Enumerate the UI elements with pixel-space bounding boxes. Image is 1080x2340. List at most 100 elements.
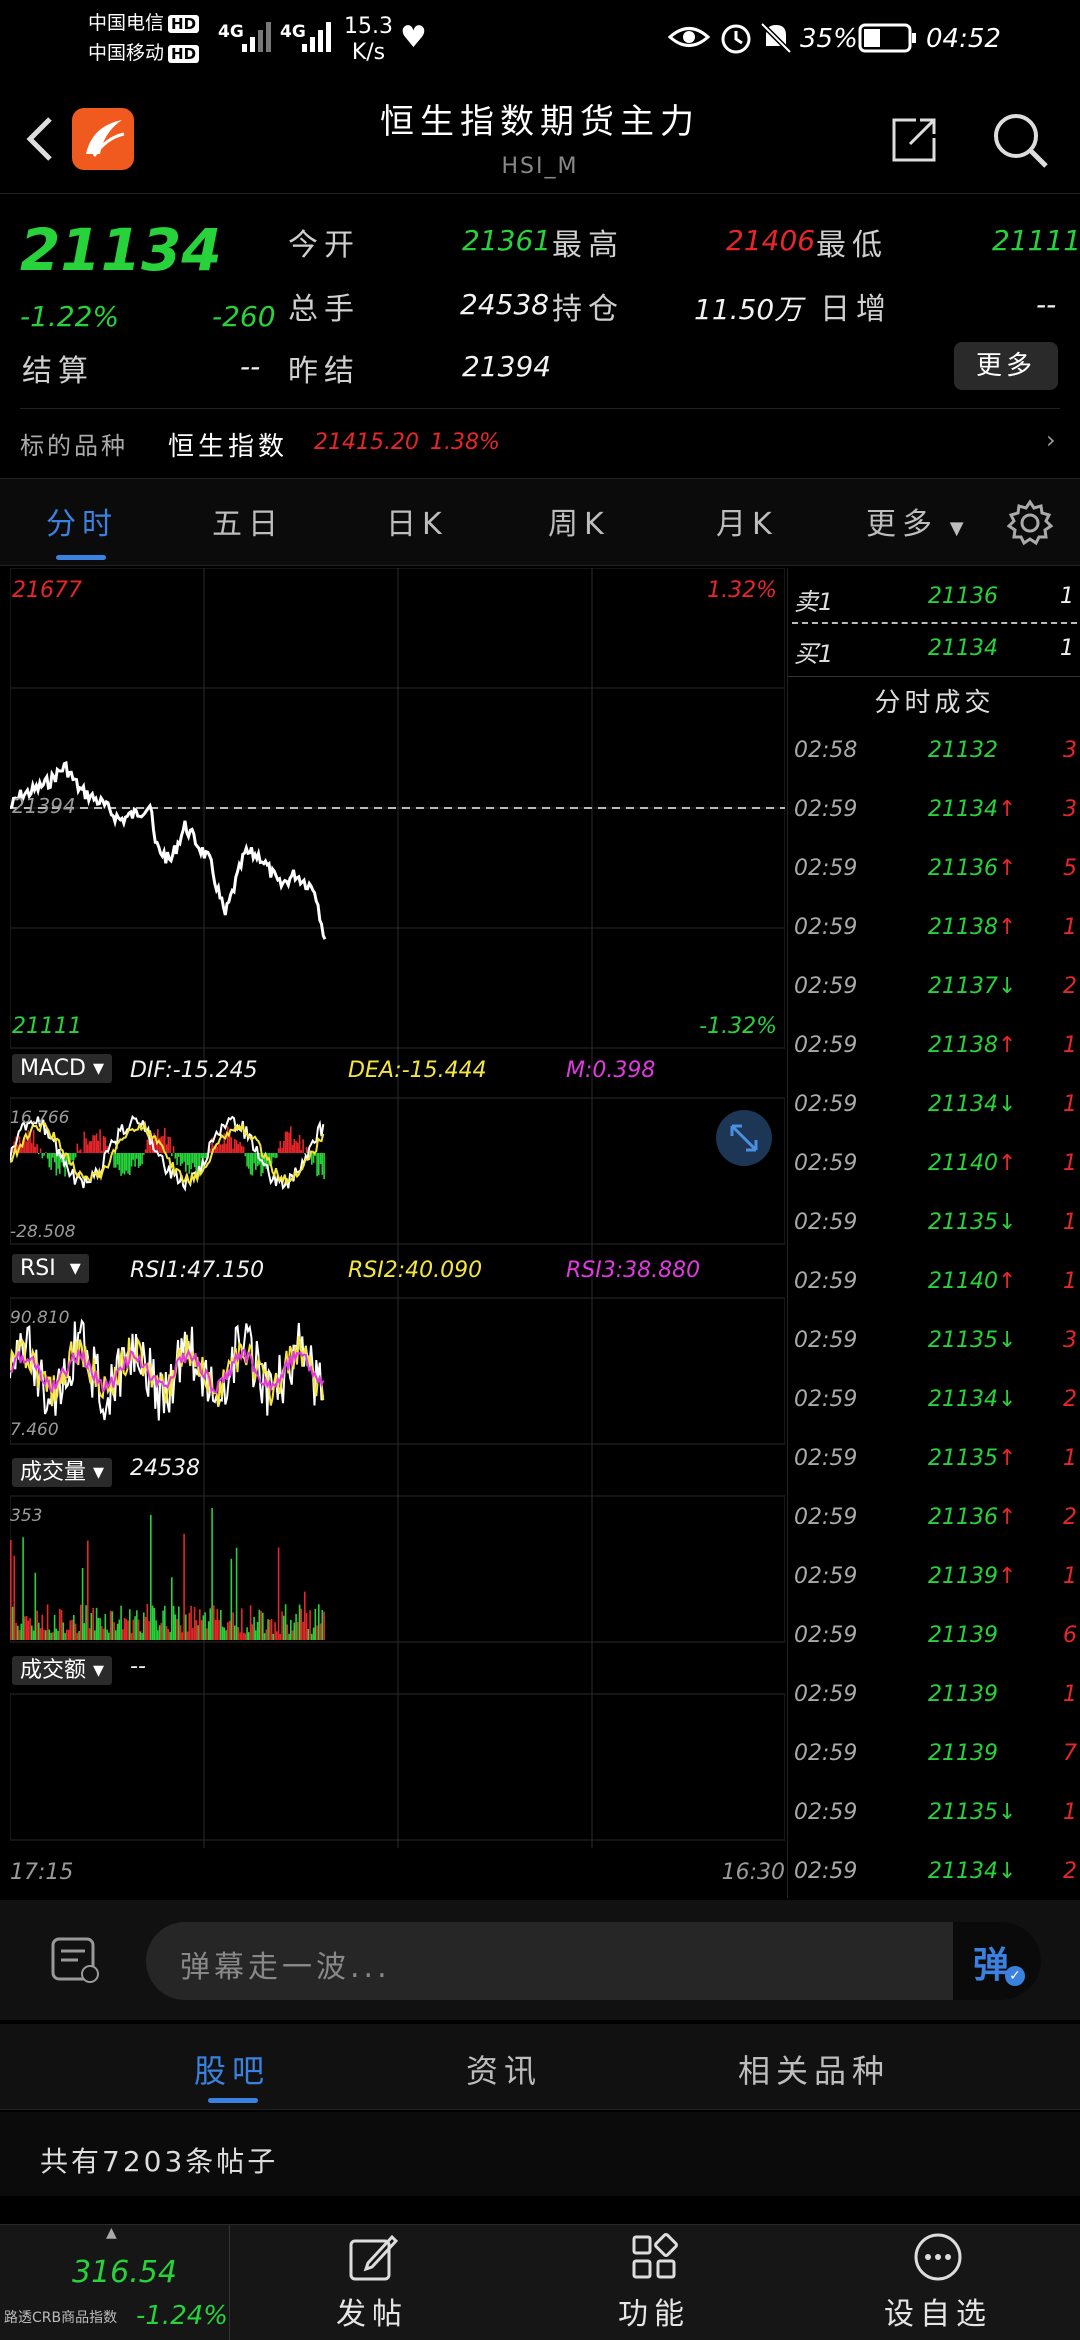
macd-top-value: 16.766 — [10, 1108, 70, 1128]
trade-price: 21134↓ — [928, 1092, 1017, 1117]
trade-row: 02:59 21136↑ 2 — [788, 1505, 1080, 1564]
tab-news[interactable]: 资讯 — [466, 2046, 542, 2092]
tab-daily-k[interactable]: 日K — [386, 499, 448, 543]
trade-price: 21132 — [928, 738, 998, 763]
trade-volume: 3 — [1063, 738, 1077, 763]
danmaku-input[interactable]: 弹幕走一波... 弹 ✓ — [146, 1922, 1041, 2000]
trade-volume: 1 — [1063, 1092, 1077, 1117]
low-label: 最低 — [816, 228, 888, 263]
index-name: 路透CRB商品指数 — [4, 2310, 118, 2326]
underlying-percent: 1.38% — [430, 430, 500, 455]
trade-row: 02:59 21135↑ 1 — [788, 1446, 1080, 1505]
trade-row: 02:59 21134↓ 1 — [788, 1092, 1080, 1151]
search-icon[interactable] — [990, 110, 1050, 170]
trade-row: 02:59 21139 1 — [788, 1682, 1080, 1741]
trade-time: 02:59 — [794, 1800, 858, 1825]
macd-m-value: M:0.398 — [566, 1058, 656, 1083]
underlying-name[interactable]: 恒生指数 — [168, 426, 288, 463]
settings-gear-icon[interactable] — [1006, 499, 1054, 547]
status-bar: 中国电信 HD 中国移动 HD 4G 4G 15.3 K/s ♥ 35% 04:52 — [0, 0, 1080, 80]
macd-dif-value: DIF:-15.245 — [130, 1058, 258, 1083]
arrow-up-icon: ↑ — [998, 1151, 1017, 1176]
battery-icon — [858, 23, 916, 53]
tab-related[interactable]: 相关品种 — [738, 2046, 890, 2092]
trade-price: 21139 — [928, 1741, 998, 1766]
hd-badge: HD — [168, 45, 200, 63]
tab-forum[interactable]: 股吧 — [194, 2046, 270, 2092]
arrow-up-icon: ↑ — [998, 856, 1017, 881]
net-speed-unit: K/s — [351, 40, 386, 65]
trade-price: 21135↓ — [928, 1210, 1017, 1235]
trade-time: 02:59 — [794, 1623, 858, 1648]
open-value: 21361 — [462, 224, 552, 257]
expand-icon[interactable] — [716, 1110, 772, 1166]
open-interest-label: 持仓 — [552, 292, 624, 327]
trade-volume: 1 — [1063, 1033, 1077, 1058]
trade-time: 02:59 — [794, 856, 858, 881]
trade-price: 21134↓ — [928, 1387, 1017, 1412]
axis-high-price: 21677 — [12, 578, 82, 603]
trade-row: 02:59 21139 7 — [788, 1741, 1080, 1800]
rsi-header: RSI ▾ RSI1:47.150 RSI2:40.090 RSI3:38.88… — [12, 1254, 777, 1292]
trade-time: 02:59 — [794, 1387, 858, 1412]
nav-post[interactable]: 发帖 — [282, 2225, 462, 2340]
trade-time: 02:59 — [794, 1564, 858, 1589]
chart-tabs: 分时 五日 日K 周K 月K 更多 ▼ — [0, 478, 1080, 566]
arrow-down-icon: ↓ — [998, 1800, 1017, 1825]
rsi-top-value: 90.810 — [10, 1308, 70, 1328]
daily-increase-value: -- — [1036, 288, 1057, 321]
amount-selector[interactable]: 成交额 ▾ — [12, 1656, 113, 1685]
volume-bars — [10, 1508, 325, 1640]
trade-volume: 1 — [1063, 1800, 1077, 1825]
post-count: 共有7203条帖子 — [40, 2145, 279, 2178]
danmaku-toggle-button[interactable]: 弹 ✓ — [953, 1922, 1041, 2000]
daily-increase-label: 日增 — [820, 292, 892, 327]
trade-row: 02:59 21136↑ 5 — [788, 856, 1080, 915]
trade-volume: 5 — [1063, 856, 1077, 881]
message-list-icon[interactable] — [50, 1936, 102, 1986]
trade-volume: 1 — [1063, 1446, 1077, 1471]
axis-high-percent: 1.32% — [707, 578, 777, 603]
trade-time: 02:59 — [794, 974, 858, 999]
macd-selector[interactable]: MACD ▾ — [12, 1054, 112, 1083]
nav-functions[interactable]: 功能 — [564, 2225, 744, 2340]
arrow-up-icon: ↑ — [998, 1564, 1017, 1589]
trade-volume: 1 — [1063, 1564, 1077, 1589]
trade-row: 02:59 21139 6 — [788, 1623, 1080, 1682]
index-ticker[interactable]: ▲ 316.54 路透CRB商品指数 -1.24% — [0, 2225, 230, 2340]
nav-add-watchlist[interactable]: 设自选 — [848, 2225, 1028, 2340]
chevron-right-icon[interactable]: › — [1046, 426, 1056, 454]
volume-panel-value: 24538 — [130, 1456, 200, 1481]
mute-bell-icon — [760, 22, 792, 54]
bid-label: 买1 — [794, 640, 834, 668]
underlying-price: 21415.20 — [314, 430, 419, 455]
alarm-icon — [721, 24, 751, 54]
trade-time: 02:59 — [794, 1682, 858, 1707]
trade-time: 02:59 — [794, 1269, 858, 1294]
ask-label: 卖1 — [794, 588, 834, 616]
volume-selector[interactable]: 成交量 ▾ — [12, 1458, 113, 1487]
battery-percent: 35% — [800, 24, 858, 54]
intraday-chart[interactable]: 21677 1.32% 21394 21111 -1.32% MACD ▾ DI… — [10, 568, 785, 1885]
rsi2-line — [10, 1334, 325, 1407]
tab-five-day[interactable]: 五日 — [212, 499, 284, 543]
trade-price: 21140↑ — [928, 1151, 1017, 1176]
tab-weekly-k[interactable]: 周K — [548, 499, 610, 543]
trade-time: 02:58 — [794, 738, 858, 763]
share-icon[interactable] — [886, 112, 942, 168]
tab-more[interactable]: 更多 ▼ — [866, 499, 970, 543]
tab-monthly-k[interactable]: 月K — [716, 499, 778, 543]
arrow-down-icon: ↓ — [998, 1210, 1017, 1235]
trade-time: 02:59 — [794, 1859, 858, 1884]
arrow-down-icon: ↓ — [998, 1859, 1017, 1884]
check-icon: ✓ — [1005, 1966, 1025, 1986]
volume-label: 总手 — [288, 292, 360, 327]
more-button[interactable]: 更多 — [954, 342, 1058, 390]
clock: 04:52 — [926, 24, 1001, 54]
trade-time: 02:59 — [794, 1092, 858, 1117]
ask-price: 21136 — [928, 584, 998, 609]
trade-volume: 3 — [1063, 797, 1077, 822]
tab-intraday[interactable]: 分时 — [46, 499, 118, 543]
rsi-selector[interactable]: RSI ▾ — [12, 1254, 89, 1283]
nav-add-watchlist-label: 设自选 — [884, 2297, 992, 2332]
